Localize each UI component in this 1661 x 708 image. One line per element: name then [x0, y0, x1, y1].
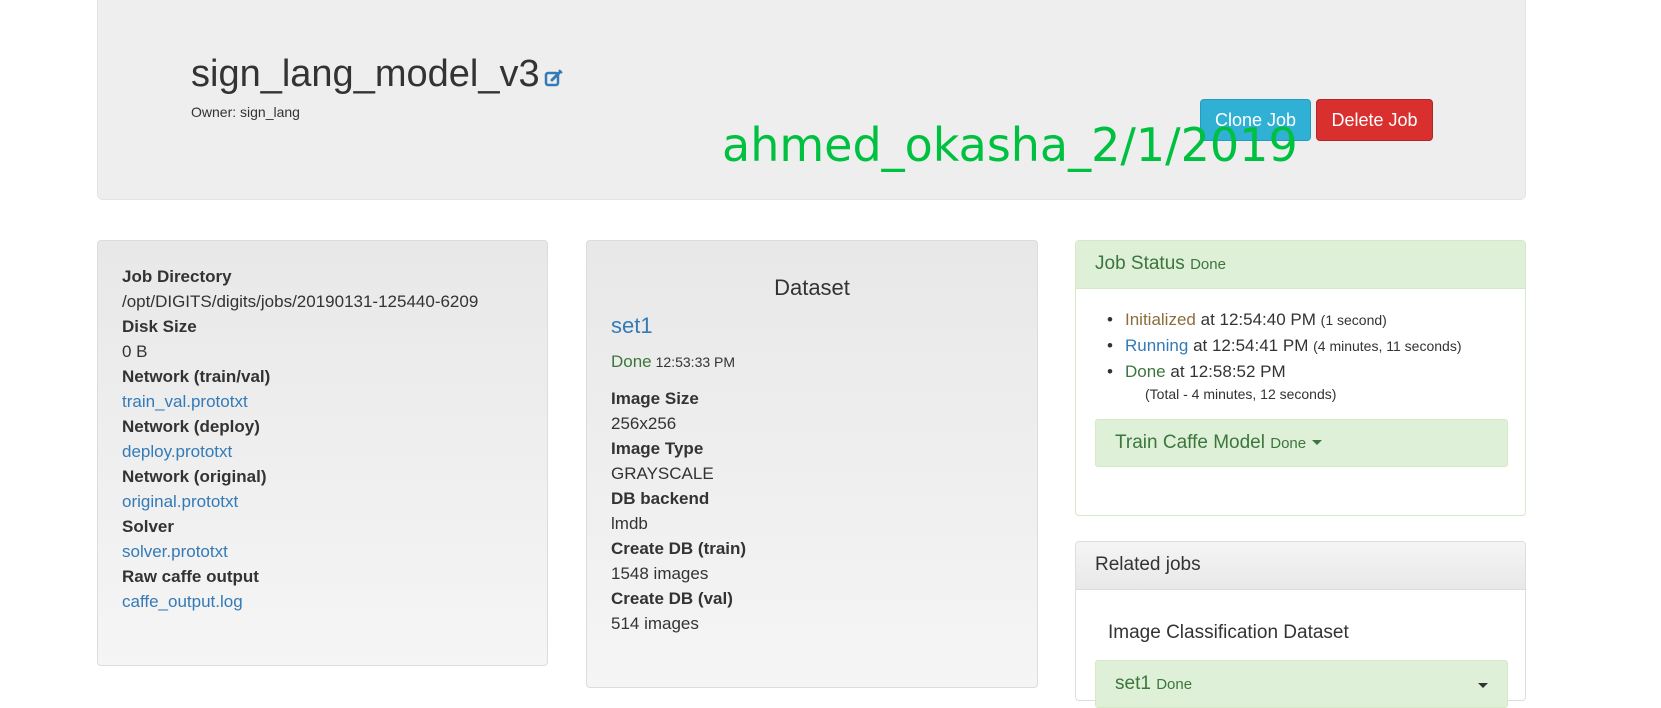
job-name: sign_lang_model_v3	[191, 53, 540, 95]
status-state: Running	[1125, 336, 1189, 355]
disk-size-value: 0 B	[122, 342, 148, 361]
related-dataset-label: set1	[1115, 673, 1151, 694]
disk-size-label: Disk Size	[122, 317, 197, 336]
status-item: Done at 12:58:52 PM	[1107, 359, 1461, 384]
job-status-title: Job Status	[1095, 253, 1185, 274]
related-jobs-panel: Related jobs Image Classification Datase…	[1075, 541, 1526, 708]
dataset-panel: Dataset set1 Done 12:53:33 PM Image Size …	[586, 240, 1038, 688]
train-val-prototxt-link[interactable]: train_val.prototxt	[122, 389, 478, 414]
dataset-status: Done 12:53:33 PM	[611, 352, 735, 372]
image-size-label: Image Size	[611, 389, 699, 408]
create-db-train-label: Create DB (train)	[611, 539, 747, 558]
dataset-status-label: Done	[611, 352, 652, 371]
status-item: Initialized at 12:54:40 PM (1 second)	[1107, 307, 1461, 333]
db-backend-label: DB backend	[611, 489, 710, 508]
caffe-output-log-link[interactable]: caffe_output.log	[122, 589, 478, 614]
task-label: Train Caffe Model	[1115, 432, 1265, 453]
image-size-value: 256x256	[611, 414, 677, 433]
dataset-status-time: 12:53:33 PM	[655, 354, 736, 370]
status-state: Done	[1125, 362, 1166, 381]
caret-down-icon	[1312, 440, 1323, 445]
network-trainval-label: Network (train/val)	[122, 367, 271, 386]
watermark-text: ahmed_okasha_2/1/2019	[722, 118, 1298, 172]
status-duration: (4 minutes, 11 seconds)	[1313, 338, 1462, 354]
dataset-heading: Dataset	[774, 275, 850, 300]
related-jobs-heading: Related jobs	[1076, 542, 1525, 590]
delete-job-button[interactable]: Delete Job	[1316, 99, 1433, 141]
create-db-train-value: 1548 images	[611, 564, 709, 583]
job-status-panel: Job Status Done Initialized at 12:54:40 …	[1075, 240, 1526, 516]
create-db-val-label: Create DB (val)	[611, 589, 733, 608]
status-item: Running at 12:54:41 PM (4 minutes, 11 se…	[1107, 333, 1462, 359]
job-status-heading: Job Status Done	[1076, 241, 1525, 289]
job-directory-label: Job Directory	[122, 267, 232, 286]
caret-down-icon	[1478, 683, 1488, 688]
deploy-prototxt-link[interactable]: deploy.prototxt	[122, 439, 478, 464]
status-time: at 12:58:52 PM	[1170, 362, 1286, 381]
train-caffe-model-toggle[interactable]: Train Caffe Model Done	[1095, 419, 1508, 467]
create-db-val-value: 514 images	[611, 614, 699, 633]
total-duration: (Total - 4 minutes, 12 seconds)	[1145, 386, 1337, 402]
edit-icon[interactable]	[544, 68, 564, 88]
image-type-value: GRAYSCALE	[611, 464, 714, 483]
related-dataset-toggle[interactable]: set1 Done	[1095, 660, 1508, 708]
status-duration: (1 second)	[1320, 312, 1387, 328]
title-row: sign_lang_model_v3	[191, 55, 564, 93]
network-deploy-label: Network (deploy)	[122, 417, 260, 436]
status-time: at 12:54:40 PM	[1200, 310, 1316, 329]
job-header: sign_lang_model_v3 Owner: sign_lang Clon…	[97, 0, 1526, 200]
raw-caffe-output-label: Raw caffe output	[122, 567, 259, 586]
solver-label: Solver	[122, 517, 174, 536]
original-prototxt-link[interactable]: original.prototxt	[122, 489, 478, 514]
job-directory-value: /opt/DIGITS/digits/jobs/20190131-125440-…	[122, 292, 479, 311]
related-job-type: Image Classification Dataset	[1108, 622, 1349, 643]
job-info-list: Job Directory /opt/DIGITS/digits/jobs/20…	[122, 264, 478, 614]
status-state: Initialized	[1125, 310, 1196, 329]
job-status-state: Done	[1190, 256, 1226, 273]
db-backend-value: lmdb	[611, 514, 648, 533]
dataset-info-list: Image Size 256x256 Image Type GRAYSCALE …	[611, 386, 746, 636]
job-info-panel: Job Directory /opt/DIGITS/digits/jobs/20…	[97, 240, 548, 666]
image-type-label: Image Type	[611, 439, 704, 458]
solver-prototxt-link[interactable]: solver.prototxt	[122, 539, 478, 564]
status-time: at 12:54:41 PM	[1193, 336, 1309, 355]
status-timeline: Initialized at 12:54:40 PM (1 second) Ru…	[1107, 307, 1462, 384]
task-state: Done	[1270, 435, 1307, 452]
network-original-label: Network (original)	[122, 467, 267, 486]
dataset-name-link[interactable]: set1	[611, 313, 653, 339]
related-dataset-state: Done	[1156, 676, 1193, 693]
owner-label: Owner: sign_lang	[191, 104, 300, 120]
